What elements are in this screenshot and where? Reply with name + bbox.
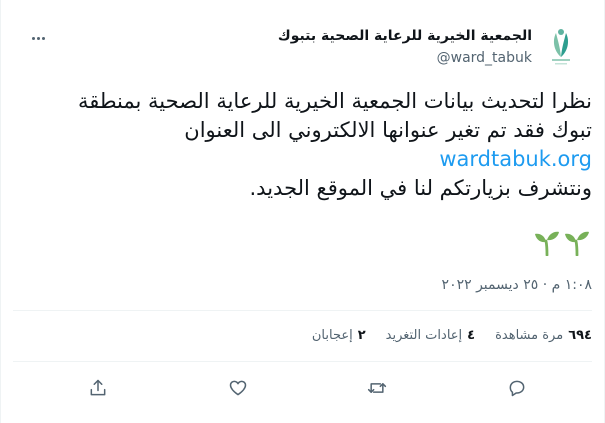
author-display-name[interactable]: الجمعية الخيرية للرعاية الصحية بتبوك <box>278 26 532 46</box>
share-icon[interactable] <box>81 371 115 405</box>
seedling-icon <box>534 230 560 260</box>
tweet-text-line: ونتشرف بزيارتكم لنا في الموقع الجديد. <box>249 176 593 200</box>
likes-count: ٢ <box>357 328 366 343</box>
tweet-link[interactable]: wardtabuk.org <box>13 145 592 174</box>
like-icon[interactable] <box>221 371 255 405</box>
seedling-icon <box>564 230 590 260</box>
tweet-emoji <box>534 230 590 260</box>
tweet-text-line: نظرا لتحديث بيانات الجمعية الخيرية للرعا… <box>77 89 592 113</box>
divider <box>13 310 592 311</box>
tweet-actions <box>81 371 534 405</box>
views-stat[interactable]: ٦٩٤ مرة مشاهدة <box>495 328 592 343</box>
retweet-icon[interactable] <box>360 371 394 405</box>
views-label: مرة مشاهدة <box>495 328 564 343</box>
tweet-text-line: تبوك فقد تم تغير عنوانها الالكتروني الى … <box>184 118 592 142</box>
tweet-header: الجمعية الخيرية للرعاية الصحية بتبوك @wa… <box>1 18 604 68</box>
tweet-text: نظرا لتحديث بيانات الجمعية الخيرية للرعا… <box>13 87 592 203</box>
retweets-label: إعادات التغريد <box>385 328 463 343</box>
ward-tabuk-logo-icon[interactable] <box>536 22 586 72</box>
likes-label: إعجابان <box>311 328 353 343</box>
divider <box>13 361 592 362</box>
tweet-timestamp[interactable]: ١:٠٨ م · ٢٥ ديسمبر ٢٠٢٢ <box>442 277 592 293</box>
retweets-count: ٤ <box>467 328 476 343</box>
views-count: ٦٩٤ <box>568 328 592 343</box>
retweets-stat[interactable]: ٤ إعادات التغريد <box>386 328 475 343</box>
author-names: الجمعية الخيرية للرعاية الصحية بتبوك @wa… <box>278 26 532 68</box>
reply-icon[interactable] <box>500 371 534 405</box>
more-horizontal-icon[interactable] <box>26 26 50 50</box>
likes-stat[interactable]: ٢ إعجابان <box>312 328 366 343</box>
tweet-stats: ٦٩٤ مرة مشاهدة ٤ إعادات التغريد ٢ إعجابا… <box>312 328 592 343</box>
author-handle[interactable]: @ward_tabuk <box>278 48 532 68</box>
tweet-card: الجمعية الخيرية للرعاية الصحية بتبوك @wa… <box>0 0 605 423</box>
